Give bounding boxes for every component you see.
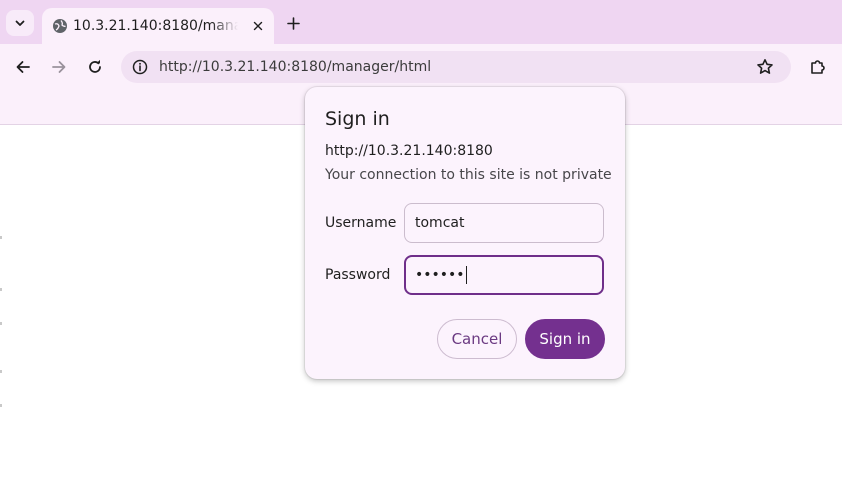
password-value: •••••• [415,267,465,283]
plus-icon [286,16,300,30]
close-icon [253,21,263,31]
page-edge-mark [0,322,2,325]
password-field[interactable]: •••••• [404,255,604,295]
username-label: Username [325,215,397,231]
new-tab-button[interactable] [282,12,304,34]
dialog-origin: http://10.3.21.140:8180 [325,143,493,159]
chevron-down-icon [15,20,25,26]
active-tab[interactable]: 10.3.21.140:8180/manager/html [42,8,274,44]
toolbar: http://10.3.21.140:8180/manager/html [0,44,842,90]
text-caret [465,266,467,284]
back-button[interactable] [10,54,36,80]
reload-icon [89,59,101,73]
extensions-button[interactable] [805,54,831,80]
tab-search-button[interactable] [6,10,34,36]
star-icon [757,59,773,74]
bookmark-button[interactable] [755,57,775,77]
tab-strip: 10.3.21.140:8180/manager/html [0,0,842,44]
forward-button[interactable] [46,54,72,80]
site-info-button[interactable] [131,58,149,76]
close-tab-button[interactable] [248,16,268,36]
address-bar[interactable]: http://10.3.21.140:8180/manager/html [121,51,791,83]
tab-title: 10.3.21.140:8180/manager/html [73,18,238,34]
password-label: Password [325,267,391,283]
sign-in-button[interactable]: Sign in [525,319,605,359]
sign-in-dialog: Sign in http://10.3.21.140:8180 Your con… [305,87,625,379]
arrow-right-icon [52,61,66,73]
username-value: tomcat [415,215,465,231]
arrow-left-icon [16,61,30,73]
reload-button[interactable] [82,54,108,80]
page-edge-mark [0,370,2,373]
page-edge-mark [0,288,2,291]
username-field[interactable]: tomcat [404,203,604,243]
info-icon [132,59,148,75]
connection-warning: Your connection to this site is not priv… [325,167,612,183]
cancel-button[interactable]: Cancel [437,319,517,359]
puzzle-icon [811,60,825,74]
globe-icon [53,19,67,33]
page-edge-mark [0,236,2,239]
url-text: http://10.3.21.140:8180/manager/html [159,59,432,75]
page-edge-mark [0,404,2,407]
dialog-title: Sign in [325,108,390,130]
